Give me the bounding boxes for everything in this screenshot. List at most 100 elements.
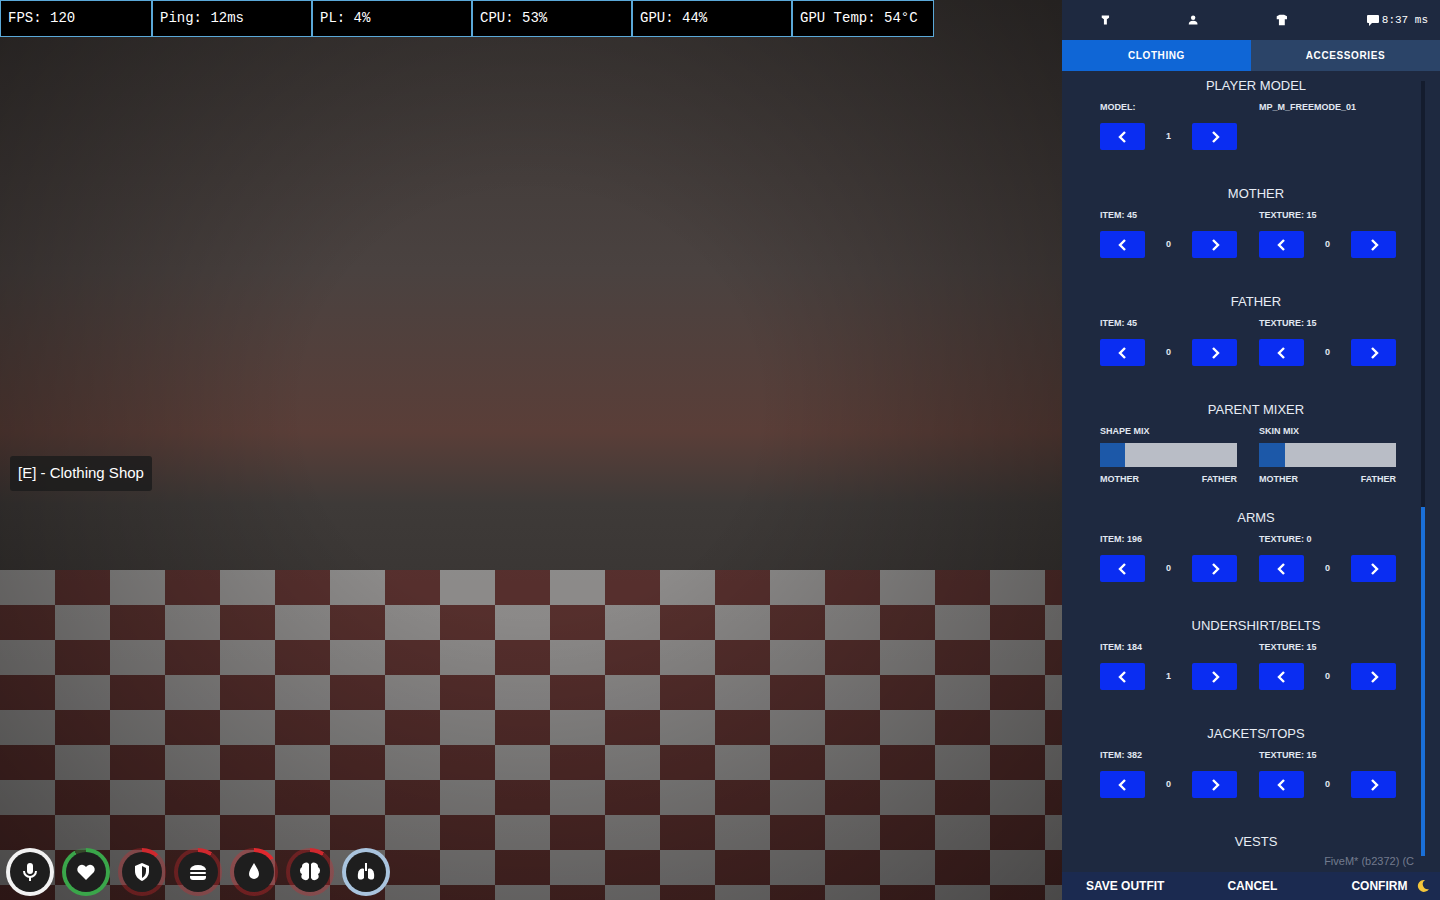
bubble-icon xyxy=(1366,14,1380,26)
texture-column: TEXTURE: 00 xyxy=(1259,533,1396,582)
item-column: ITEM: 1841 xyxy=(1100,641,1237,690)
hunger-core xyxy=(178,852,218,892)
next-button[interactable] xyxy=(1192,555,1237,582)
next-button[interactable] xyxy=(1192,339,1237,366)
slider-fill[interactable] xyxy=(1100,443,1125,467)
texture-label: TEXTURE: 15 xyxy=(1259,317,1396,329)
chevron-left-icon xyxy=(1118,131,1128,143)
chevron-left-icon xyxy=(1277,239,1287,251)
texture-column: TEXTURE: 150 xyxy=(1259,641,1396,690)
next-button[interactable] xyxy=(1351,555,1396,582)
confirm-button[interactable]: CONFIRM xyxy=(1351,873,1407,899)
next-button[interactable] xyxy=(1351,339,1396,366)
slider-ends: MOTHER FATHER xyxy=(1259,473,1396,487)
previous-button[interactable] xyxy=(1100,339,1145,366)
chevron-right-icon xyxy=(1369,347,1379,359)
perf-stat: GPU: 44% xyxy=(632,0,792,37)
slider-right-label: FATHER xyxy=(1361,473,1396,487)
texture-label: TEXTURE: 15 xyxy=(1259,749,1396,761)
texture-label: TEXTURE: 15 xyxy=(1259,209,1396,221)
chevron-left-icon xyxy=(1118,671,1128,683)
previous-button[interactable] xyxy=(1259,555,1304,582)
slider-track[interactable] xyxy=(1100,443,1237,467)
option-section: UNDERSHIRT/BELTS ITEM: 1841 TEXTURE: 150 xyxy=(1100,617,1412,725)
person-icon xyxy=(1188,13,1198,27)
mix-slider: SKIN MIX MOTHER FATHER xyxy=(1259,425,1396,487)
texture-column: TEXTURE: 15 0 xyxy=(1259,209,1396,258)
hunger-icon xyxy=(186,860,210,884)
interact-prompt: [E] - Clothing Shop xyxy=(10,456,152,491)
section-title: FATHER xyxy=(1100,293,1412,311)
next-button[interactable] xyxy=(1351,231,1396,258)
status-hud xyxy=(6,848,390,896)
slider-label: SKIN MIX xyxy=(1259,425,1396,437)
next-button[interactable] xyxy=(1351,663,1396,690)
next-button[interactable] xyxy=(1192,771,1237,798)
scrollbar[interactable] xyxy=(1421,81,1425,856)
previous-button[interactable] xyxy=(1259,339,1304,366)
previous-button[interactable] xyxy=(1259,231,1304,258)
slider-fill[interactable] xyxy=(1259,443,1285,467)
stepper: 1 xyxy=(1100,663,1237,690)
item-column: ITEM: 1960 xyxy=(1100,533,1237,582)
latency-box: 8:37 ms xyxy=(1366,12,1440,29)
stepper-value: 0 xyxy=(1304,238,1351,252)
chevron-right-icon xyxy=(1210,779,1220,791)
section-title: PLAYER MODEL xyxy=(1100,77,1412,95)
previous-button[interactable] xyxy=(1259,663,1304,690)
mix-slider: SHAPE MIXMOTHERFATHER xyxy=(1100,425,1237,487)
chevron-left-icon xyxy=(1277,563,1287,575)
next-button[interactable] xyxy=(1192,123,1237,150)
next-button[interactable] xyxy=(1351,771,1396,798)
client-watermark: FiveM* (b2372) (C xyxy=(1324,853,1414,870)
previous-button[interactable] xyxy=(1100,231,1145,258)
scene-shade xyxy=(0,0,1062,900)
model-picker: 1 xyxy=(1100,123,1237,150)
stepper: 0 xyxy=(1100,231,1237,258)
chevron-right-icon xyxy=(1369,239,1379,251)
moon-icon xyxy=(1416,879,1430,893)
slider-label: SHAPE MIX xyxy=(1100,425,1237,437)
previous-button[interactable] xyxy=(1100,555,1145,582)
game-screen: FPS: 120Ping: 12msPL: 4%CPU: 53%GPU: 44%… xyxy=(0,0,1440,900)
section-title: PARENT MIXER xyxy=(1100,401,1412,419)
health-meter xyxy=(62,848,110,896)
next-button[interactable] xyxy=(1192,663,1237,690)
cancel-button[interactable]: CANCEL xyxy=(1227,873,1277,899)
hunger-meter xyxy=(174,848,222,896)
perf-stat: CPU: 53% xyxy=(472,0,632,37)
texture-label: TEXTURE: 0 xyxy=(1259,533,1396,545)
slider-track[interactable] xyxy=(1259,443,1396,467)
latency-readout: 8:37 ms xyxy=(1382,12,1428,29)
previous-button[interactable] xyxy=(1100,123,1145,150)
perf-bar: FPS: 120Ping: 12msPL: 4%CPU: 53%GPU: 44%… xyxy=(0,0,934,37)
previous-button[interactable] xyxy=(1100,771,1145,798)
item-texture-row: ITEM: 450TEXTURE: 150 xyxy=(1100,317,1412,366)
previous-button[interactable] xyxy=(1100,663,1145,690)
perf-stat: Ping: 12ms xyxy=(152,0,312,37)
scrollbar-thumb[interactable] xyxy=(1421,507,1425,856)
stepper-value: 0 xyxy=(1145,562,1192,576)
section-title: MOTHER xyxy=(1100,185,1412,203)
next-button[interactable] xyxy=(1192,231,1237,258)
previous-button[interactable] xyxy=(1259,771,1304,798)
stepper: 0 xyxy=(1259,771,1396,798)
menu-tab[interactable]: CLOTHING xyxy=(1062,40,1251,71)
save-outfit-button[interactable]: SAVE OUTFIT xyxy=(1086,873,1164,899)
voice-meter xyxy=(6,848,54,896)
section-title: UNDERSHIRT/BELTS xyxy=(1100,617,1412,635)
options-list: PLAYER MODELMODEL:MP_M_FREEMODE_011MOTHE… xyxy=(1062,71,1440,872)
chevron-right-icon xyxy=(1210,671,1220,683)
health-core xyxy=(66,852,106,892)
item-column: ITEM: 450 xyxy=(1100,317,1237,366)
chevron-right-icon xyxy=(1369,779,1379,791)
option-section: JACKETS/TOPSITEM: 3820TEXTURE: 150 xyxy=(1100,725,1412,833)
stepper-value: 1 xyxy=(1145,670,1192,684)
item-texture-row: ITEM: 1960TEXTURE: 00 xyxy=(1100,533,1412,582)
chevron-left-icon xyxy=(1277,671,1287,683)
perf-stat: FPS: 120 xyxy=(0,0,152,37)
slider-left-label: MOTHER xyxy=(1259,473,1298,487)
chevron-right-icon xyxy=(1210,347,1220,359)
menu-tab[interactable]: ACCESSORIES xyxy=(1251,40,1440,71)
menu-footer: SAVE OUTFIT CANCEL CONFIRM xyxy=(1062,872,1440,900)
